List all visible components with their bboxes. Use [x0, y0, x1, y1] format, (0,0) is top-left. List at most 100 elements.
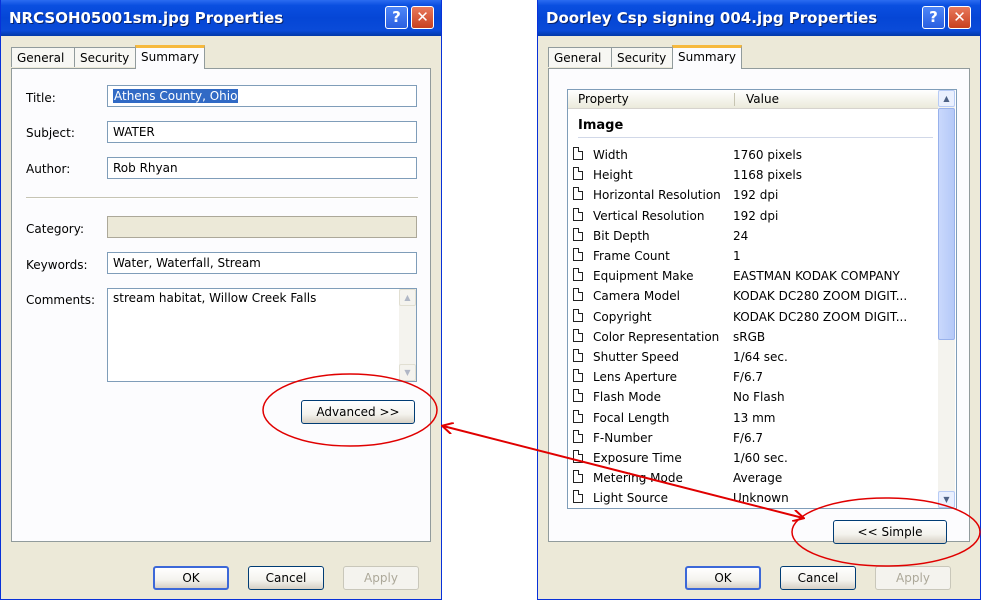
- property-name: Width: [593, 148, 628, 162]
- property-row[interactable]: Vertical Resolution 192 dpi: [568, 206, 936, 226]
- help-icon[interactable]: ?: [385, 6, 408, 29]
- property-name: Bit Depth: [593, 228, 650, 243]
- keywords-field[interactable]: Water, Waterfall, Stream: [107, 252, 417, 274]
- cancel-button[interactable]: Cancel: [780, 566, 856, 590]
- document-icon: [573, 248, 583, 261]
- property-row[interactable]: Focal Length 13 mm: [568, 408, 936, 428]
- property-row[interactable]: Light Source Unknown: [568, 488, 936, 508]
- left-window-title: NRCSOH05001sm.jpg Properties: [9, 9, 284, 27]
- right-summary-panel: Property Value Image Width 1760 pixels Hei…: [548, 68, 970, 544]
- property-name: Lens Aperture: [593, 370, 678, 385]
- property-name: Focal Length: [593, 410, 670, 425]
- property-name: Color Representation: [593, 329, 720, 344]
- comments-scrollbar[interactable]: ▲ ▼: [399, 289, 416, 381]
- left-title-bar[interactable]: NRCSOH05001sm.jpg Properties ? ✕: [1, 0, 441, 36]
- document-icon: [573, 349, 583, 362]
- apply-button[interactable]: Apply: [343, 566, 419, 590]
- cancel-button[interactable]: Cancel: [248, 566, 324, 590]
- tab-general[interactable]: General: [11, 47, 75, 67]
- scroll-down-icon[interactable]: ▼: [938, 491, 955, 508]
- scroll-up-icon[interactable]: ▲: [399, 289, 416, 306]
- document-icon: [573, 470, 583, 484]
- category-field[interactable]: [107, 216, 417, 238]
- column-header-property[interactable]: Property: [578, 90, 629, 109]
- property-row[interactable]: Lens Aperture F/6.7: [568, 367, 936, 387]
- apply-button[interactable]: Apply: [875, 566, 951, 590]
- property-row[interactable]: Width 1760 pixels: [568, 145, 936, 165]
- property-row[interactable]: Height 1168 pixels: [568, 165, 936, 185]
- author-field[interactable]: Rob Rhyan: [107, 157, 417, 179]
- tab-general[interactable]: General: [548, 47, 612, 67]
- tab-security[interactable]: Security: [611, 47, 673, 67]
- group-header-image: Image: [578, 118, 624, 133]
- property-name: Metering Mode: [593, 471, 683, 486]
- document-icon: [573, 187, 583, 201]
- list-header: Property Value: [568, 90, 939, 109]
- document-icon: [573, 268, 583, 282]
- property-value: 1/64 sec.: [733, 350, 788, 364]
- property-row[interactable]: Exposure Time 1/60 sec.: [568, 448, 936, 468]
- property-row[interactable]: Color Representation sRGB: [568, 327, 936, 347]
- property-value: No Flash: [733, 390, 785, 405]
- tab-summary[interactable]: Summary: [672, 45, 742, 69]
- property-value: EASTMAN KODAK COMPANY: [733, 269, 900, 284]
- group-divider: [578, 137, 933, 138]
- property-name: Camera Model: [593, 289, 680, 304]
- right-title-bar[interactable]: Doorley Csp signing 004.jpg Properties ?…: [538, 0, 980, 36]
- property-value: KODAK DC280 ZOOM DIGIT...: [733, 309, 908, 324]
- property-name: Frame Count: [593, 249, 670, 263]
- property-value: 24: [733, 228, 749, 243]
- column-header-value[interactable]: Value: [746, 90, 779, 109]
- property-row[interactable]: Metering Mode Average: [568, 468, 936, 488]
- title-label: Title:: [26, 91, 56, 105]
- property-row[interactable]: Copyright KODAK DC280 ZOOM DIGIT...: [568, 307, 936, 327]
- scroll-up-icon[interactable]: ▲: [938, 90, 955, 107]
- document-icon: [573, 328, 583, 342]
- property-value: F/6.7: [733, 370, 764, 385]
- document-icon: [573, 308, 583, 322]
- scroll-down-icon[interactable]: ▼: [399, 364, 416, 381]
- property-row[interactable]: Camera Model KODAK DC280 ZOOM DIGIT...: [568, 286, 936, 306]
- keywords-label: Keywords:: [26, 258, 88, 272]
- property-name: Vertical Resolution: [593, 208, 705, 223]
- document-icon: [573, 207, 583, 221]
- property-value: 13 mm: [733, 410, 776, 425]
- document-icon: [573, 227, 583, 241]
- title-value: Athens County, Ohio: [113, 89, 239, 103]
- property-row[interactable]: F-Number F/6.7: [568, 428, 936, 448]
- property-row[interactable]: Equipment Make EASTMAN KODAK COMPANY: [568, 266, 936, 286]
- close-icon[interactable]: ✕: [411, 6, 434, 29]
- author-label: Author:: [26, 162, 71, 176]
- document-icon: [573, 429, 583, 443]
- title-field[interactable]: Athens County, Ohio: [107, 85, 417, 107]
- property-row[interactable]: Shutter Speed 1/64 sec.: [568, 347, 936, 367]
- subject-field[interactable]: WATER: [107, 121, 417, 143]
- subject-label: Subject:: [26, 126, 75, 140]
- property-name: Copyright: [593, 309, 652, 324]
- close-icon[interactable]: ✕: [948, 6, 971, 29]
- scroll-thumb[interactable]: [938, 108, 955, 340]
- column-divider[interactable]: [734, 93, 735, 106]
- left-summary-panel: Title: Athens County, Ohio Subject: WATE…: [11, 68, 431, 542]
- property-row[interactable]: Flash Mode No Flash: [568, 387, 936, 407]
- simple-button[interactable]: << Simple: [833, 520, 947, 544]
- property-row[interactable]: Horizontal Resolution 192 dpi: [568, 185, 936, 205]
- property-list-scrollbar[interactable]: ▲ ▼: [938, 90, 955, 508]
- tab-security[interactable]: Security: [74, 47, 136, 67]
- property-list[interactable]: Property Value Image Width 1760 pixels Hei…: [567, 89, 957, 509]
- document-icon: [573, 288, 583, 302]
- advanced-button[interactable]: Advanced >>: [301, 400, 415, 424]
- ok-button[interactable]: OK: [153, 566, 229, 590]
- property-row[interactable]: Frame Count 1: [568, 246, 936, 266]
- ok-button[interactable]: OK: [685, 566, 761, 590]
- property-value: 1760 pixels: [733, 148, 803, 162]
- property-value: 1: [733, 249, 741, 263]
- comments-field[interactable]: stream habitat, Willow Creek Falls ▲ ▼: [107, 288, 417, 382]
- comments-label: Comments:: [26, 293, 96, 307]
- document-icon: [573, 450, 583, 463]
- property-value: F/6.7: [733, 430, 764, 445]
- property-value: 1168 pixels: [733, 168, 803, 183]
- property-row[interactable]: Bit Depth 24: [568, 226, 936, 246]
- tab-summary[interactable]: Summary: [135, 45, 205, 69]
- help-icon[interactable]: ?: [922, 6, 945, 29]
